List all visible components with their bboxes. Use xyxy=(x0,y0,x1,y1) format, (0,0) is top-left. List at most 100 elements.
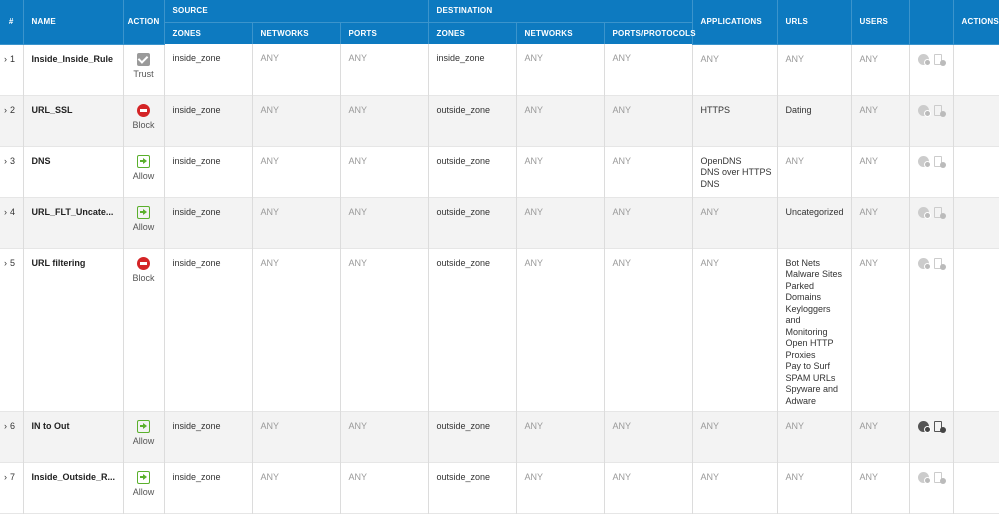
intrusion-policy-icon[interactable] xyxy=(917,53,931,66)
rule-actions-cell[interactable] xyxy=(953,248,999,411)
source-ports-cell: ANY xyxy=(340,95,429,146)
rule-action[interactable]: Block xyxy=(123,95,165,146)
source-ports-cell: ANY xyxy=(340,197,429,248)
rule-number-cell: › 1 xyxy=(0,44,24,95)
rule-name[interactable]: URL filtering xyxy=(23,248,124,411)
rule-number-cell: › 7 xyxy=(0,462,24,513)
urls-cell-item: Adware xyxy=(785,395,817,406)
source-networks-cell: ANY xyxy=(252,95,341,146)
col-src-networks-header[interactable]: NETWORKS xyxy=(252,22,341,44)
table-row[interactable]: › 2 URL_SSL Block inside_zone ANY ANY outside_z… xyxy=(0,95,999,146)
table-row[interactable]: › 7 Inside_Outside_R... Allow inside_zone ANY… xyxy=(0,462,999,513)
table-row[interactable]: › 6 IN to Out Allow inside_zone ANY ANY outside… xyxy=(0,411,999,462)
chevron-right-icon[interactable]: › xyxy=(4,156,7,166)
rule-action-label: Block xyxy=(132,119,155,130)
rule-action[interactable]: Block xyxy=(123,248,165,411)
col-action-header[interactable]: ACTION xyxy=(123,0,165,45)
rule-actions-cell[interactable] xyxy=(953,95,999,146)
rule-name[interactable]: Inside_Inside_Rule xyxy=(23,44,124,95)
col-name-header[interactable]: NAME xyxy=(23,0,124,45)
users-cell: ANY xyxy=(851,95,910,146)
rule-actions-cell[interactable] xyxy=(953,197,999,248)
urls-cell-item: Keyloggers xyxy=(785,303,831,314)
applications-cell-item: OpenDNS xyxy=(700,155,742,166)
intrusion-policy-icon[interactable] xyxy=(917,104,931,117)
applications-cell-item: HTTPS xyxy=(700,104,731,115)
rule-actions-cell[interactable] xyxy=(953,146,999,197)
col-urls-header[interactable]: URLS xyxy=(777,0,852,45)
rule-action-label: Allow xyxy=(132,221,155,232)
source-networks-cell: ANY xyxy=(252,248,341,411)
rule-action[interactable]: Allow xyxy=(123,411,165,462)
chevron-right-icon[interactable]: › xyxy=(4,258,7,268)
rule-number: 1 xyxy=(10,53,16,64)
file-policy-icon[interactable] xyxy=(933,104,946,117)
col-dst-zones-header[interactable]: ZONES xyxy=(428,22,517,44)
col-src-ports-header[interactable]: PORTS xyxy=(340,22,429,44)
file-policy-icon[interactable] xyxy=(933,155,946,168)
rule-number: 2 xyxy=(10,104,16,115)
source-networks-cell: ANY xyxy=(252,44,341,95)
dest-ports-cell: ANY xyxy=(604,411,693,462)
file-policy-icon[interactable] xyxy=(933,257,946,270)
table-row[interactable]: › 4 URL_FLT_Uncate... Allow inside_zone ANY AN… xyxy=(0,197,999,248)
rule-options-cell xyxy=(909,44,954,95)
source-zones-cell: inside_zone xyxy=(164,197,253,248)
urls-cell-item: ANY xyxy=(785,471,805,482)
intrusion-policy-icon[interactable] xyxy=(917,155,931,168)
urls-cell: ANY xyxy=(777,411,852,462)
intrusion-policy-icon[interactable] xyxy=(917,420,931,433)
applications-cell: ANY xyxy=(692,411,778,462)
col-users-header[interactable]: USERS xyxy=(851,0,910,45)
chevron-right-icon[interactable]: › xyxy=(4,105,7,115)
col-src-zones-header[interactable]: ZONES xyxy=(164,22,253,44)
source-networks-cell: ANY xyxy=(252,462,341,513)
urls-cell: Bot Nets Malware Sites Parked Domains Keylog… xyxy=(777,248,852,411)
rule-actions-cell[interactable] xyxy=(953,462,999,513)
col-dst-networks-header[interactable]: NETWORKS xyxy=(516,22,605,44)
file-policy-icon[interactable] xyxy=(933,206,946,219)
chevron-right-icon[interactable]: › xyxy=(4,421,7,431)
rule-name[interactable]: IN to Out xyxy=(23,411,124,462)
allow-icon xyxy=(137,154,150,168)
table-row[interactable]: › 1 Inside_Inside_Rule Trust inside_zone ANY A… xyxy=(0,44,999,95)
allow-icon xyxy=(137,419,150,433)
urls-cell: ANY xyxy=(777,462,852,513)
rule-action[interactable]: Allow xyxy=(123,146,165,197)
intrusion-policy-icon[interactable] xyxy=(917,206,931,219)
col-applications-header[interactable]: APPLICATIONS xyxy=(692,0,778,45)
chevron-right-icon[interactable]: › xyxy=(4,472,7,482)
urls-cell: Uncategorized xyxy=(777,197,852,248)
rule-action[interactable]: Allow xyxy=(123,462,165,513)
rule-action[interactable]: Trust xyxy=(123,44,165,95)
applications-cell: ANY xyxy=(692,197,778,248)
chevron-right-icon[interactable]: › xyxy=(4,207,7,217)
file-policy-icon[interactable] xyxy=(933,471,946,484)
dest-networks-cell: ANY xyxy=(516,146,605,197)
rule-name[interactable]: URL_FLT_Uncate... xyxy=(23,197,124,248)
urls-cell-item: ANY xyxy=(785,420,805,431)
applications-cell-item: ANY xyxy=(700,257,720,268)
urls-cell-item: Spyware and xyxy=(785,384,839,394)
rule-action[interactable]: Allow xyxy=(123,197,165,248)
urls-cell-item: Open HTTP xyxy=(785,338,834,348)
source-zones-cell: inside_zone xyxy=(164,146,253,197)
applications-cell: HTTPS xyxy=(692,95,778,146)
urls-cell-item: SPAM URLs xyxy=(785,372,836,383)
intrusion-policy-icon[interactable] xyxy=(917,257,931,270)
file-policy-icon[interactable] xyxy=(933,53,946,66)
rule-name[interactable]: URL_SSL xyxy=(23,95,124,146)
chevron-right-icon[interactable]: › xyxy=(4,54,7,64)
table-row[interactable]: › 3 DNS Allow inside_zone ANY ANY outside_zone A… xyxy=(0,146,999,197)
table-row[interactable]: › 5 URL filtering Block inside_zone ANY ANY out… xyxy=(0,248,999,411)
rule-actions-cell[interactable] xyxy=(953,44,999,95)
rule-actions-cell[interactable] xyxy=(953,411,999,462)
rule-name[interactable]: DNS xyxy=(23,146,124,197)
rule-name[interactable]: Inside_Outside_R... xyxy=(23,462,124,513)
intrusion-policy-icon[interactable] xyxy=(917,471,931,484)
rule-options-cell xyxy=(909,197,954,248)
file-policy-icon[interactable] xyxy=(933,420,946,433)
rule-number-cell: › 5 xyxy=(0,248,24,411)
col-actions-header: ACTIONS xyxy=(953,0,999,45)
col-dst-ports-header[interactable]: PORTS/PROTOCOLS xyxy=(604,22,696,44)
